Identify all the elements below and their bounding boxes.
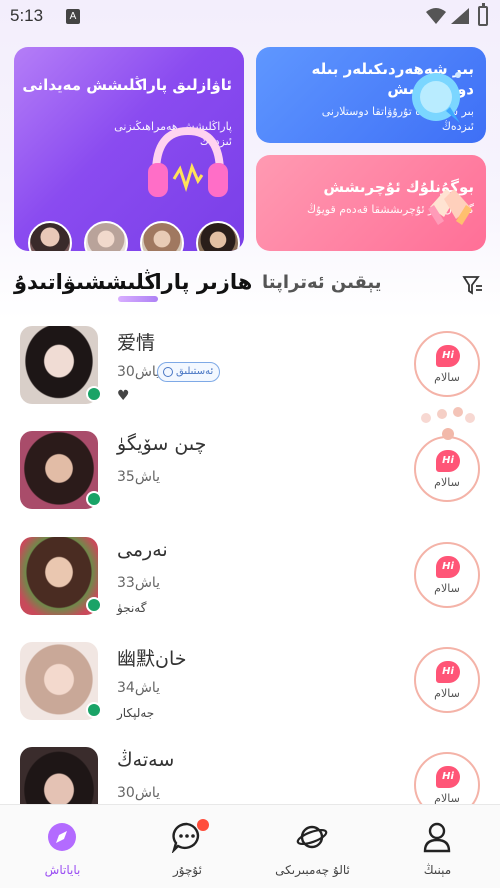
sim-icon: A xyxy=(66,9,80,24)
same-city-card[interactable]: بىر شەھەردىكىلەر بىلە دوستلىشش بىر شەھەر… xyxy=(256,47,486,143)
user-age: 33ياش xyxy=(117,575,161,591)
nav-messages-label: ئۇچۇر xyxy=(173,863,202,877)
daily-match-card[interactable]: بوگۇنلۇك ئۇچرىشش گۈزەل بىر ئۇچرىششقا قەد… xyxy=(256,155,486,251)
online-indicator xyxy=(86,386,102,402)
heart-icon: ♥ xyxy=(117,388,130,404)
user-interest: گەنجۈ xyxy=(117,601,147,615)
planet-icon xyxy=(296,825,328,849)
tab-active-underline xyxy=(118,296,158,302)
bottom-nav: باياتاش ئۇچۇر ئالۇ چەمبىرىكى مېنىڭ xyxy=(0,804,500,888)
hi-bubble-icon: Hi xyxy=(436,661,460,683)
say-hi-label: سالام xyxy=(434,476,460,489)
hi-bubble-icon: Hi xyxy=(436,766,460,788)
handshake-icon xyxy=(428,189,472,225)
user-age: 30ياش xyxy=(117,785,161,801)
hi-bubble-icon: Hi xyxy=(436,345,460,367)
location-bubble-icon xyxy=(412,72,461,123)
avatar xyxy=(196,221,240,251)
nav-discover-label: باياتاش xyxy=(44,863,81,877)
online-indicator xyxy=(86,597,102,613)
status-badge: ئەستىلىق xyxy=(157,362,221,382)
voice-chat-avatars xyxy=(28,221,240,251)
user-name: نەرمى xyxy=(117,539,168,561)
nav-profile[interactable]: مېنىڭ xyxy=(375,805,500,888)
user-age: 35ياش xyxy=(117,469,161,485)
avatar xyxy=(140,221,184,251)
user-name: 爱情 xyxy=(117,332,156,354)
tab-chatting-now[interactable]: ھازىر پاراڭلىششىۋاتىدۇ xyxy=(14,270,252,294)
say-hi-label: سالام xyxy=(434,687,460,700)
user-age: 30ياش xyxy=(117,364,161,380)
compass-icon xyxy=(48,823,76,851)
user-age: 34ياش xyxy=(117,680,161,696)
say-hi-button[interactable]: Hi سالام xyxy=(414,331,480,397)
say-hi-label: سالام xyxy=(434,371,460,384)
list-item[interactable]: نەرمى 33ياش گەنجۈ Hi سالام xyxy=(0,529,500,633)
voice-chat-card[interactable]: ئاۋازلىق پاراڭلىشش مەيدانى پاراڭلىشش ھەم… xyxy=(14,47,244,251)
user-name: سەتەڭ xyxy=(117,749,175,771)
user-name: 幽默خان xyxy=(117,648,187,670)
voice-chat-title: ئاۋازلىق پاراڭلىشش مەيدانى xyxy=(22,76,232,94)
avatar xyxy=(84,221,128,251)
hi-bubble-icon: Hi xyxy=(436,556,460,578)
user-icon xyxy=(423,822,451,853)
user-name: چىن سۆيگۈ xyxy=(117,433,207,455)
say-hi-label: سالام xyxy=(434,582,460,595)
nav-discover[interactable]: باياتاش xyxy=(0,805,125,888)
say-hi-button[interactable]: Hi سالام xyxy=(414,542,480,608)
battery-icon xyxy=(478,3,488,26)
avatar xyxy=(28,221,72,251)
filter-icon[interactable] xyxy=(462,274,484,296)
list-item[interactable]: 幽默خان 34ياش جەلپكار Hi سالام xyxy=(0,634,500,738)
nav-profile-label: مېنىڭ xyxy=(423,863,452,877)
user-interest: جەلپكار xyxy=(117,706,155,720)
online-indicator xyxy=(86,702,102,718)
signal-icon xyxy=(451,8,469,24)
status-bar: 5:13 A xyxy=(0,0,500,34)
clapping-hands-icon xyxy=(421,407,475,440)
headphones-icon xyxy=(148,126,228,197)
nav-messages[interactable]: ئۇچۇر xyxy=(125,805,250,888)
wifi-icon xyxy=(426,8,446,24)
tab-bar: ھازىر پاراڭلىششىۋاتىدۇ يېقىن ئەتراپتا xyxy=(0,264,500,308)
status-time: 5:13 xyxy=(10,6,44,25)
nav-planet[interactable]: ئالۇ چەمبىرىكى xyxy=(250,805,375,888)
online-indicator xyxy=(86,491,102,507)
tab-nearby[interactable]: يېقىن ئەتراپتا xyxy=(262,272,382,293)
hi-bubble-icon: Hi xyxy=(436,450,460,472)
nav-planet-label: ئالۇ چەمبىرىكى xyxy=(275,863,350,877)
say-hi-button[interactable]: Hi سالام xyxy=(414,647,480,713)
unread-badge xyxy=(197,819,209,831)
